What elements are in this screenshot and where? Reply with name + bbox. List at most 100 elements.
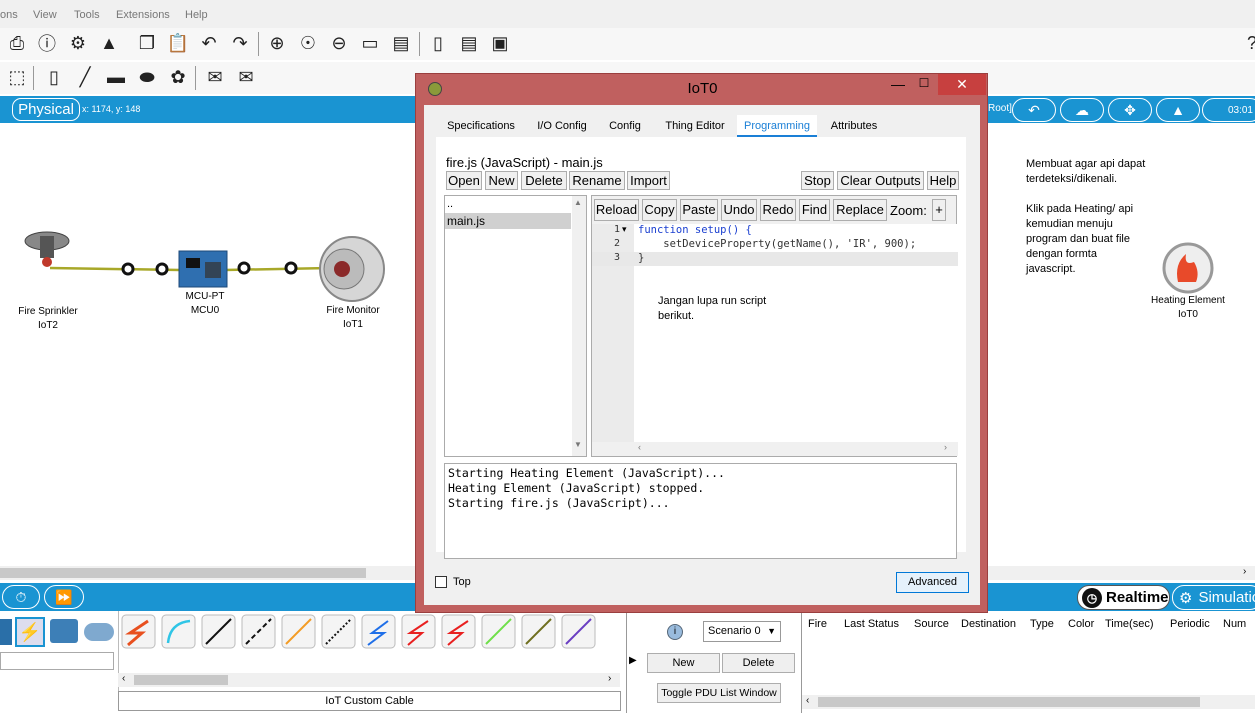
background-image-icon[interactable]: ▲ xyxy=(1156,98,1200,122)
scroll-up-icon[interactable]: ▲ xyxy=(574,198,582,207)
redo-button[interactable]: Redo xyxy=(760,199,796,221)
info-icon[interactable]: ⓘ xyxy=(35,31,59,55)
menu-help[interactable]: Help xyxy=(185,9,208,21)
menu-tools[interactable]: Tools xyxy=(74,9,100,21)
scroll-down-icon[interactable]: ▼ xyxy=(574,440,582,449)
advanced-button[interactable]: Advanced xyxy=(896,572,969,593)
file-list: .. main.js ▲ ▼ xyxy=(444,195,587,457)
clock-button[interactable]: 03:01 xyxy=(1202,98,1255,122)
new-button[interactable]: New xyxy=(485,171,518,190)
clear-outputs-button[interactable]: Clear Outputs xyxy=(837,171,924,190)
realtime-mode-button[interactable]: ◷ Realtime xyxy=(1077,585,1170,610)
ellipse-icon[interactable]: ⬬ xyxy=(135,65,159,89)
cable-scrollbar[interactable]: ‹ › xyxy=(118,673,620,687)
scrollbar-thumb[interactable] xyxy=(0,568,366,578)
tab-config[interactable]: Config xyxy=(604,115,646,137)
freeform-icon[interactable]: ✿ xyxy=(166,65,190,89)
physical-tab[interactable]: Physical xyxy=(12,98,80,121)
document-icon[interactable]: ▯ xyxy=(426,31,450,55)
help-question-icon[interactable]: ? xyxy=(1240,31,1255,55)
tab-specifications[interactable]: Specifications xyxy=(442,115,520,137)
close-icon[interactable]: ✕ xyxy=(938,74,986,95)
scroll-right-icon[interactable]: › xyxy=(944,442,947,452)
paste-button[interactable]: Paste xyxy=(680,199,718,221)
help-button[interactable]: Help xyxy=(927,171,959,190)
delete-button[interactable]: Delete xyxy=(521,171,567,190)
redo-icon[interactable]: ↷ xyxy=(228,31,252,55)
delete-scenario-button[interactable]: Delete xyxy=(722,653,795,673)
parent-folder-item[interactable]: .. xyxy=(447,198,453,210)
scroll-right-icon[interactable]: › xyxy=(1243,566,1246,577)
scroll-left-icon[interactable]: ‹ xyxy=(806,695,809,706)
reload-button[interactable]: Reload xyxy=(594,199,639,221)
code-editor[interactable]: Reload Copy Paste Undo Redo Find Replace… xyxy=(591,195,958,457)
simulation-icon: ⚙ xyxy=(1179,589,1193,607)
copy-button[interactable]: Copy xyxy=(642,199,677,221)
network-wizard-icon[interactable]: ⚙ xyxy=(66,31,90,55)
event-scrollbar[interactable]: ‹ xyxy=(802,695,1255,709)
replace-button[interactable]: Replace xyxy=(833,199,887,221)
scroll-left-icon[interactable]: ‹ xyxy=(638,442,641,452)
connections-icon[interactable]: ⚡ xyxy=(15,617,45,647)
tab-thing-editor[interactable]: Thing Editor xyxy=(657,115,733,137)
scenario-select[interactable]: Scenario 0 ▼ xyxy=(703,621,781,642)
paste-icon[interactable]: 📋 xyxy=(166,31,190,55)
new-scenario-button[interactable]: New xyxy=(647,653,720,673)
device-search-field[interactable] xyxy=(0,652,114,670)
fast-forward-icon[interactable]: ⏩ xyxy=(44,585,84,609)
scroll-left-icon[interactable]: ‹ xyxy=(122,673,125,684)
tab-io-config[interactable]: I/O Config xyxy=(532,115,592,137)
zoom-out-icon[interactable]: ⊖ xyxy=(327,31,351,55)
event-scroll-thumb[interactable] xyxy=(818,697,1200,707)
expand-icon[interactable]: ▶ xyxy=(629,655,637,666)
zoom-in-icon[interactable]: ⊕ xyxy=(265,31,289,55)
simulation-mode-button[interactable]: ⚙ Simulatio xyxy=(1172,585,1255,610)
rename-button[interactable]: Rename xyxy=(569,171,625,190)
code-area[interactable]: 1 ▾ 2 3 function setup() { setDeviceProp… xyxy=(592,224,958,442)
folder-icon[interactable] xyxy=(50,619,78,643)
cluster-icon[interactable]: ▤ xyxy=(457,31,481,55)
rectangle-icon[interactable]: ▬ xyxy=(104,65,128,89)
tab-attributes[interactable]: Attributes xyxy=(826,115,882,137)
menu-extensions[interactable]: Extensions xyxy=(116,9,170,21)
menu-view[interactable]: View xyxy=(33,9,57,21)
file-list-scrollbar[interactable]: ▲ ▼ xyxy=(572,196,586,456)
line-number: 3 xyxy=(613,252,620,263)
viewport-icon[interactable]: ▣ xyxy=(488,31,512,55)
line-icon[interactable]: ╱ xyxy=(73,65,97,89)
import-button[interactable]: Import xyxy=(627,171,670,190)
file-main-js[interactable]: main.js xyxy=(445,213,571,229)
scroll-right-icon[interactable]: › xyxy=(608,673,611,684)
zoom-reset-icon[interactable]: ☉ xyxy=(296,31,320,55)
complex-pdu-icon[interactable]: ✉ xyxy=(234,65,258,89)
top-checkbox[interactable] xyxy=(435,576,447,588)
move-icon[interactable]: ✥ xyxy=(1108,98,1152,122)
tab-programming[interactable]: Programming xyxy=(737,115,817,137)
maximize-icon[interactable]: ☐ xyxy=(912,76,936,94)
zoom-in-button[interactable]: + xyxy=(932,199,946,221)
custom-devices-icon[interactable]: ▤ xyxy=(389,31,413,55)
category-icon[interactable] xyxy=(0,619,12,645)
drawing-palette-icon[interactable]: ▭ xyxy=(358,31,382,55)
find-button[interactable]: Find xyxy=(799,199,830,221)
print-icon[interactable]: ⎙ xyxy=(5,31,29,55)
timer-icon[interactable]: ⏱ xyxy=(2,585,40,609)
select-icon[interactable]: ⬚ xyxy=(5,65,29,89)
activity-wizard-icon[interactable]: ▲ xyxy=(97,31,121,55)
toggle-pdu-list-button[interactable]: Toggle PDU List Window xyxy=(657,683,781,703)
menu-options[interactable]: ons xyxy=(0,9,18,21)
stop-button[interactable]: Stop xyxy=(801,171,834,190)
editor-hscrollbar[interactable]: ‹ › xyxy=(634,442,958,456)
note-icon[interactable]: ▯ xyxy=(42,65,66,89)
fold-icon[interactable]: ▾ xyxy=(622,224,627,235)
copy-icon[interactable]: ❐ xyxy=(135,31,159,55)
add-pdu-icon[interactable]: ✉ xyxy=(203,65,227,89)
minimize-icon[interactable]: — xyxy=(886,76,910,94)
cable-scroll-thumb[interactable] xyxy=(134,675,228,685)
cloud-icon[interactable]: ☁ xyxy=(1060,98,1104,122)
undo-icon[interactable]: ↶ xyxy=(197,31,221,55)
undo-button[interactable]: Undo xyxy=(721,199,757,221)
open-button[interactable]: Open xyxy=(446,171,482,190)
cloud-device-icon[interactable] xyxy=(84,623,114,641)
back-icon[interactable]: ↶ xyxy=(1012,98,1056,122)
